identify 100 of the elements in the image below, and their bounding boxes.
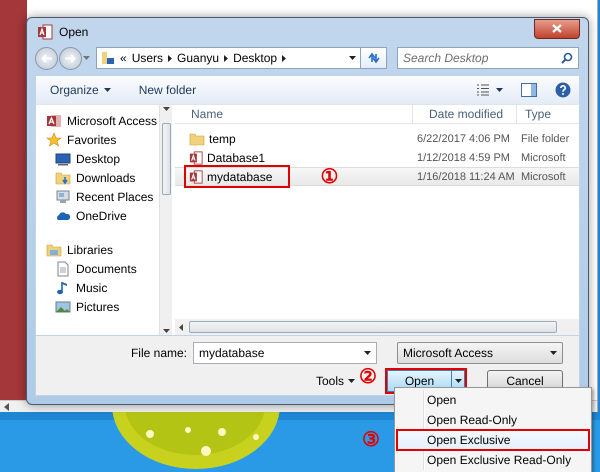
chevron-right-icon [224, 54, 228, 62]
access-file-icon [189, 170, 203, 184]
sidebar-item-label: Documents [76, 262, 137, 276]
preview-pane-button[interactable] [521, 83, 537, 97]
file-type-dropdown[interactable]: Microsoft Access [397, 342, 563, 364]
sidebar-item[interactable]: Music [46, 278, 159, 297]
breadcrumb-item[interactable]: Desktop [233, 51, 278, 65]
address-bar[interactable]: « Users Guanyu Desktop [96, 47, 361, 69]
scrollbar[interactable] [159, 105, 172, 335]
dropdown-arrow-icon [104, 88, 111, 92]
scroll-thumb[interactable] [162, 123, 170, 195]
window-title: Open [59, 24, 90, 38]
type-cell-text: Microsoft [520, 152, 567, 164]
access-file-icon [37, 24, 53, 40]
sidebar-item[interactable]: Desktop [46, 149, 159, 168]
list-view-icon [476, 84, 490, 96]
organize-button[interactable]: Organize [50, 83, 111, 97]
file-name: mydatabase [207, 170, 272, 184]
step-number: ① [320, 166, 338, 186]
access-file-icon [189, 150, 203, 164]
column-header[interactable]: Name [175, 105, 413, 123]
step-number: ② [359, 367, 377, 387]
file-row[interactable]: Database1 1/12/2018 4:59 PM Microsoft [175, 148, 579, 167]
sidebar-item-label: Recent Places [76, 190, 154, 204]
library-folder-icon [46, 242, 62, 258]
sidebar-item[interactable]: Favorites [46, 130, 159, 149]
sidebar-item[interactable]: Recent Places [46, 187, 159, 206]
breadcrumb-item[interactable]: Guanyu [177, 51, 220, 65]
help-icon [555, 82, 571, 98]
menu-item[interactable]: Open [397, 390, 589, 410]
sidebar-item-label: Desktop [76, 152, 120, 166]
back-arrow-icon [41, 54, 52, 62]
sidebar-item-label: Libraries [67, 242, 114, 256]
search-field[interactable]: Search Desktop [397, 47, 579, 69]
date-cell-text: 1/16/2018 11:24 AM [416, 170, 516, 182]
breadcrumb-overflow[interactable]: « [120, 51, 127, 65]
document-icon [55, 260, 71, 276]
dropdown-arrow-icon [83, 56, 90, 60]
dropdown-arrow-icon [162, 329, 170, 333]
sidebar-item[interactable]: Downloads [46, 168, 159, 187]
forward-arrow-icon [65, 54, 76, 62]
sidebar-item[interactable]: Microsoft Access [46, 111, 159, 130]
search-icon [561, 52, 573, 64]
refresh-icon [366, 52, 380, 64]
breadcrumb-item[interactable]: Users [132, 51, 164, 65]
file-row[interactable]: mydatabase ① 1/16/2018 11:24 AM Microsoft [175, 167, 579, 186]
dropdown-arrow-icon [550, 351, 557, 355]
sidebar-item[interactable]: OneDrive [46, 206, 159, 225]
menu-item[interactable]: Open Read-Only [397, 410, 589, 430]
preview-pane-icon [521, 83, 537, 97]
sidebar-item-label: Music [76, 280, 108, 294]
back-button[interactable] [35, 46, 58, 70]
date-cell-text: 6/22/2017 4:06 PM [416, 132, 511, 144]
sidebar-item-label: OneDrive [76, 208, 127, 222]
sidebar-item-label: Downloads [76, 170, 136, 184]
dropdown-arrow-icon [349, 56, 356, 60]
sidebar-item[interactable]: Libraries [46, 240, 159, 259]
chevron-right-icon [282, 54, 286, 62]
access-icon [46, 112, 62, 128]
scroll-left-icon [4, 402, 9, 410]
help-button[interactable] [555, 82, 571, 98]
dropdown-arrow-icon [496, 88, 503, 92]
scrollbar[interactable] [175, 319, 579, 335]
file-name: temp [209, 132, 236, 146]
file-row[interactable]: temp 6/22/2017 4:06 PM File folder [175, 129, 579, 148]
file-name-label: File name: [130, 346, 187, 360]
close-button[interactable] [534, 18, 580, 38]
star-icon [46, 132, 62, 148]
scroll-thumb[interactable] [189, 321, 557, 333]
dropdown-arrow-icon [364, 351, 371, 355]
dropdown-arrow-icon [454, 379, 462, 383]
column-header[interactable]: Date modified [413, 105, 517, 123]
sidebar-item[interactable]: Pictures [46, 297, 159, 316]
sidebar-item-label: Microsoft Access [67, 114, 158, 128]
download-folder-icon [55, 170, 71, 186]
tools-button[interactable]: Tools [316, 374, 355, 388]
date-cell-text: 1/12/2018 4:59 PM [416, 152, 511, 164]
pictures-icon [55, 298, 71, 314]
new-folder-button[interactable]: New folder [138, 83, 196, 97]
view-button[interactable] [476, 84, 503, 96]
file-name-field[interactable]: mydatabase [193, 342, 377, 364]
chevron-right-icon [168, 54, 172, 62]
type-cell-text: File folder [520, 132, 570, 144]
close-icon [552, 24, 562, 33]
refresh-button[interactable] [361, 47, 387, 69]
desktop-icon [55, 150, 71, 166]
sidebar-item[interactable]: Documents [46, 259, 159, 278]
dropdown-arrow-icon [348, 379, 355, 383]
sidebar-item-label: Pictures [76, 300, 120, 314]
forward-button[interactable] [59, 46, 82, 70]
recent-places-icon [55, 188, 71, 204]
folder-icon [189, 130, 205, 146]
file-name: Database1 [207, 150, 266, 164]
menu-item[interactable]: Open Exclusive Read-Only [397, 450, 589, 470]
dropdown-arrow-icon [162, 107, 170, 111]
scroll-left-icon [179, 324, 183, 330]
step-number: ③ [362, 429, 380, 451]
sidebar-item-label: Favorites [67, 132, 116, 146]
type-cell-text: Microsoft [520, 170, 567, 182]
column-header[interactable]: Type [517, 105, 579, 123]
